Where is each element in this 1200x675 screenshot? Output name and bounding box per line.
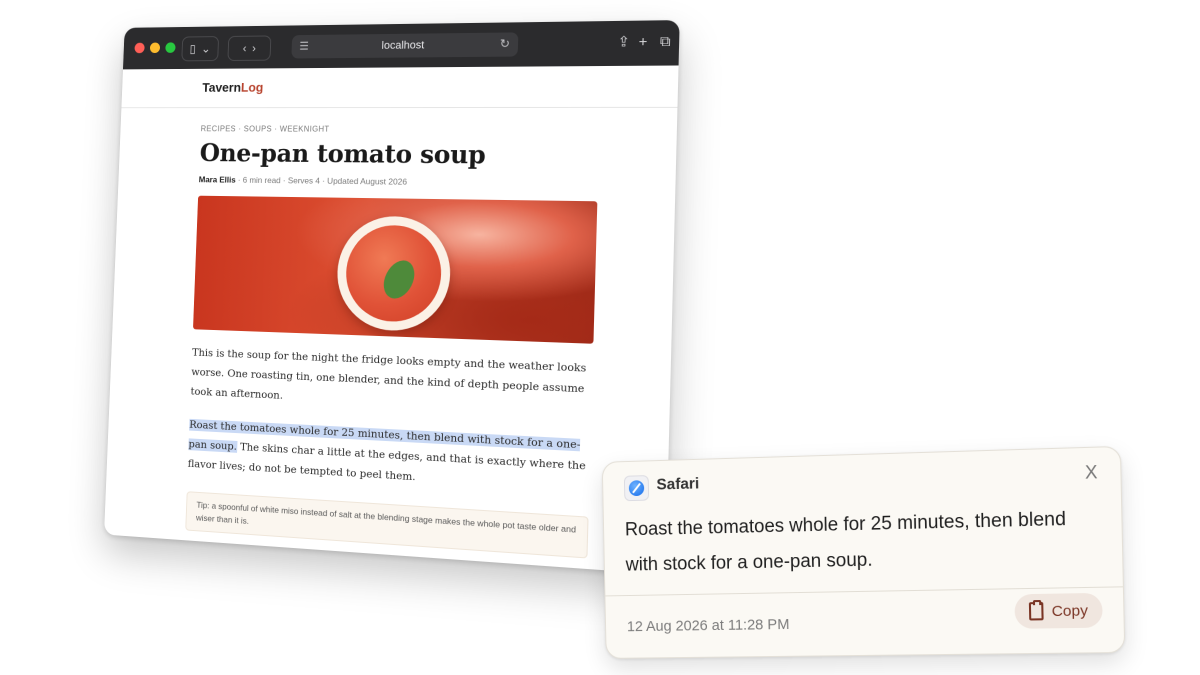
soup (344, 224, 443, 324)
url-text: localhost (381, 39, 425, 52)
chevron-down-icon: ⌄ (201, 41, 211, 56)
notification-app-name: Safari (656, 475, 700, 494)
needle (632, 482, 641, 494)
safari-icon (623, 475, 650, 502)
back-icon[interactable]: ‹ (243, 42, 247, 56)
tab-overview-icon[interactable]: ⧉ (660, 33, 671, 51)
tip-callout: Tip: a spoonful of white miso instead of… (185, 491, 589, 559)
article: RECIPES · SOUPS · WEEKNIGHT One-pan toma… (185, 124, 600, 559)
meta-details: · 6 min read · Serves 4 · Updated August… (235, 174, 408, 187)
hero-image (192, 195, 598, 344)
close-icon[interactable]: X (1085, 462, 1098, 484)
breadcrumb[interactable]: RECIPES · SOUPS · WEEKNIGHT (201, 124, 600, 134)
logo-accent-text: Log (240, 80, 264, 95)
clipboard-icon (1028, 601, 1044, 621)
page-title: One-pan tomato soup (199, 138, 486, 170)
copy-label: Copy (1051, 601, 1089, 620)
copy-button[interactable]: Copy (1014, 592, 1103, 629)
compass (628, 480, 645, 497)
forward-icon[interactable]: › (252, 41, 256, 55)
article-paragraph: This is the soup for the night the fridg… (190, 346, 587, 402)
notification-card[interactable]: Safari X Roast the tomatoes whole for 25… (601, 445, 1126, 659)
notification-timestamp: 12 Aug 2026 at 11:28 PM (626, 616, 790, 636)
logo-text: Tavern (202, 80, 242, 95)
article-paragraph: Roast the tomatoes whole for 25 minutes,… (187, 415, 590, 498)
close-window-button[interactable] (134, 42, 145, 54)
site-logo[interactable]: TavernLog (202, 80, 264, 95)
basil-leaf (377, 255, 421, 304)
zoom-window-button[interactable] (165, 42, 176, 53)
sidebar-toggle-button[interactable]: ▯ ⌄ (181, 36, 220, 62)
navigation-buttons: ‹ › (227, 35, 272, 61)
address-bar[interactable]: ☰ localhost ↻ (291, 32, 519, 59)
article-meta: Mara Ellis · 6 min read · Serves 4 · Upd… (199, 174, 598, 188)
browser-window: ▯ ⌄ ‹ › ☰ localhost ↻ ⇪ + ⧉ TavernLog RE… (104, 20, 680, 575)
sidebar-icon: ▯ (189, 42, 197, 56)
new-tab-icon[interactable]: + (638, 33, 647, 50)
notification-text: Roast the tomatoes whole for 25 minutes,… (624, 508, 1067, 576)
share-icon[interactable]: ⇪ (617, 33, 630, 51)
author-name[interactable]: Mara Ellis (199, 174, 236, 184)
reload-icon[interactable]: ↻ (499, 37, 510, 51)
page-menu-icon[interactable]: ☰ (299, 40, 309, 53)
minimize-window-button[interactable] (149, 42, 161, 54)
web-page: TavernLog RECIPES · SOUPS · WEEKNIGHT On… (104, 65, 679, 575)
site-header: TavernLog (121, 65, 679, 109)
browser-toolbar: ▯ ⌄ ‹ › ☰ localhost ↻ ⇪ + ⧉ (122, 20, 680, 70)
soup-bowl-image (335, 215, 452, 333)
